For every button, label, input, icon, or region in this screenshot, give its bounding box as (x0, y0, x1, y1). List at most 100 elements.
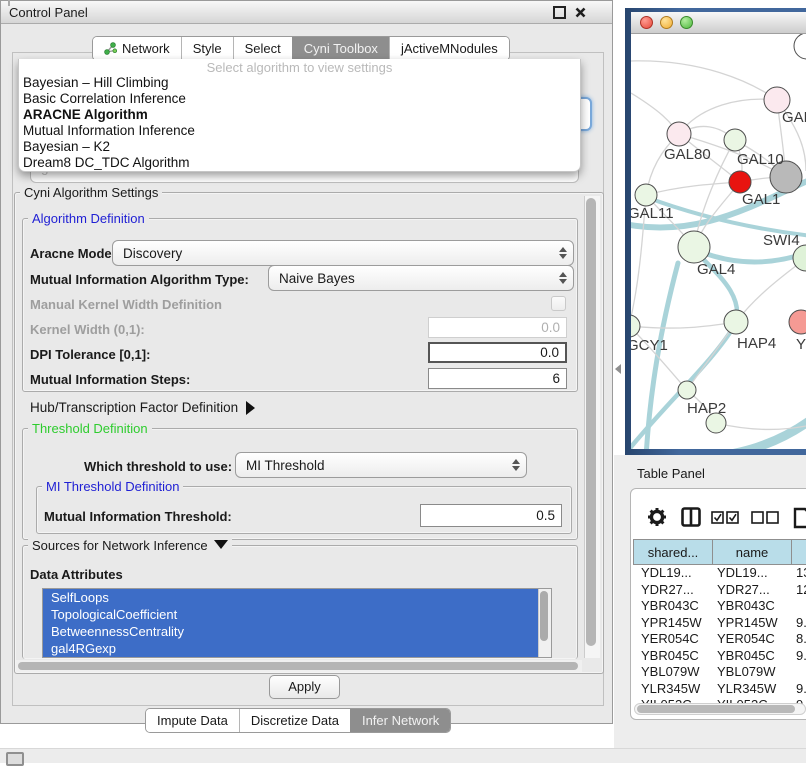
table-row[interactable]: YPR145WYPR145W9. (633, 615, 806, 632)
cell-name: YBR043C (713, 598, 792, 615)
data-attributes-list[interactable]: SelfLoopsTopologicalCoefficientBetweenne… (42, 588, 552, 658)
tab-discretize-data[interactable]: Discretize Data (239, 709, 350, 732)
mi-algorithm-type-label: Mutual Information Algorithm Type: (30, 272, 249, 287)
combo-arrows-icon (553, 247, 573, 259)
expand-right-icon (246, 401, 255, 415)
table-row[interactable]: YDR27...YDR27...12 (633, 582, 806, 599)
unchecked-columns-icon[interactable] (751, 511, 779, 529)
settings-horizontal-scrollbar-thumb[interactable] (18, 662, 578, 670)
node-GAL80[interactable] (667, 122, 691, 146)
mac-close-icon[interactable] (640, 16, 653, 29)
algorithm-option[interactable]: Dream8 DC_TDC Algorithm (19, 155, 580, 171)
hub-definition-label: Hub/Transcription Factor Definition (30, 400, 238, 415)
tab-style[interactable]: Style (181, 37, 233, 60)
attribute-option[interactable]: TopologicalCoefficient (43, 606, 551, 623)
mi-algorithm-type-combo[interactable]: Naive Bayes (268, 265, 574, 291)
node-GCY1[interactable] (631, 315, 640, 337)
tab-cyni-toolbox[interactable]: Cyni Toolbox (292, 37, 389, 60)
close-icon[interactable] (575, 7, 586, 18)
tab-network[interactable]: Network (93, 37, 181, 60)
manual-kernel-width-checkbox[interactable] (551, 296, 566, 311)
cell-name: YLR345W (713, 681, 792, 698)
restore-icon[interactable] (553, 6, 566, 19)
settings-vertical-scrollbar-thumb[interactable] (586, 198, 596, 646)
mac-minimize-icon[interactable] (660, 16, 673, 29)
hub-definition-toggle[interactable]: Hub/Transcription Factor Definition (30, 400, 255, 415)
algorithm-option[interactable]: Basic Correlation Inference (19, 91, 580, 107)
network-icon (104, 42, 117, 55)
sources-legend-label: Sources for Network Inference (32, 538, 208, 553)
mac-zoom-icon[interactable] (680, 16, 693, 29)
aracne-mode-label: Aracne Mode: (30, 246, 116, 261)
mi-threshold-field[interactable]: 0.5 (420, 504, 562, 527)
which-threshold-combo[interactable]: MI Threshold (235, 452, 527, 478)
table-row[interactable]: YER054CYER054C8. (633, 631, 806, 648)
algorithm-dropdown-popup: Select algorithm to view settings Bayesi… (18, 59, 581, 172)
attributes-list-scrollbar-thumb[interactable] (540, 591, 548, 641)
algorithm-option[interactable]: Bayesian – K2 (19, 139, 580, 155)
table-toolbar (631, 507, 806, 531)
new-table-icon[interactable] (793, 507, 806, 534)
tab-infer-network[interactable]: Infer Network (350, 709, 450, 732)
cyni-settings-legend: Cyni Algorithm Settings (20, 185, 162, 200)
node-GAL1[interactable] (729, 171, 751, 193)
node-Y[interactable] (789, 310, 806, 334)
table-body: YDL19...YDL19...13YDR27...YDR27...12YBR0… (633, 565, 806, 714)
attribute-option[interactable]: BetweennessCentrality (43, 623, 551, 640)
network-canvas[interactable]: GALGAL80GAL10GAL1GAL11SWI4GAL4GCY1HAP4YH… (631, 34, 806, 449)
cell-name: YDR27... (713, 582, 792, 599)
node-HAP4[interactable] (724, 310, 748, 334)
threshold-definition-legend: Threshold Definition (28, 421, 152, 436)
table-row[interactable]: YBL079WYBL079W (633, 664, 806, 681)
node-HAP2[interactable] (678, 381, 696, 399)
cell-shared-name: YBR045C (633, 648, 713, 665)
attribute-option[interactable]: gal4RGexp (43, 640, 551, 657)
node-unlabeled[interactable] (794, 34, 806, 59)
column-header[interactable] (792, 539, 806, 565)
table-horizontal-scrollbar[interactable] (634, 703, 806, 715)
minimized-panel-icon[interactable] (6, 752, 24, 766)
settings-gear-icon[interactable] (647, 507, 667, 532)
table-row[interactable]: YDL19...YDL19...13 (633, 565, 806, 582)
kernel-width-field[interactable]: 0.0 (428, 317, 567, 338)
algorithm-option[interactable]: Bayesian – Hill Climbing (19, 75, 580, 91)
attribute-option[interactable]: SelfLoops (43, 589, 551, 606)
node-GAL10[interactable] (724, 129, 746, 151)
cell-shared-name: YDL19... (633, 565, 713, 582)
cell-value: 9. (792, 681, 806, 698)
checked-columns-icon[interactable] (711, 511, 739, 529)
tab-impute-data[interactable]: Impute Data (146, 709, 239, 732)
network-window-titlebar (631, 12, 806, 34)
table-row[interactable]: YBR043CYBR043C (633, 598, 806, 615)
apply-button[interactable]: Apply (269, 675, 340, 699)
tab-select[interactable]: Select (233, 37, 292, 60)
mi-algorithm-type-value: Naive Bayes (269, 271, 553, 286)
tab-jactivemnodules[interactable]: jActiveMNodules (389, 37, 509, 60)
cyni-bottom-tabbar: Impute DataDiscretize DataInfer Network (145, 708, 451, 733)
node-GAL11[interactable] (635, 184, 657, 206)
tab-label: Select (245, 41, 281, 56)
cell-value: 13 (792, 565, 806, 582)
mi-steps-field[interactable]: 6 (428, 368, 567, 389)
aracne-mode-combo[interactable]: Discovery (112, 240, 574, 266)
algorithm-option[interactable]: Mutual Information Inference (19, 123, 580, 139)
sources-legend[interactable]: Sources for Network Inference (28, 538, 232, 553)
cell-shared-name: YLR345W (633, 681, 713, 698)
node-GAL4[interactable] (678, 231, 710, 263)
table-horizontal-scrollbar-thumb[interactable] (637, 705, 795, 713)
mi-steps-label: Mutual Information Steps: (30, 372, 190, 387)
column-header[interactable]: shared... (633, 539, 713, 565)
dpi-tolerance-field[interactable]: 0.0 (428, 342, 567, 363)
cell-shared-name: YBR043C (633, 598, 713, 615)
node-label-HAP4: HAP4 (737, 335, 776, 352)
split-panes-icon[interactable] (681, 507, 701, 532)
algorithm-option[interactable]: ARACNE Algorithm (19, 107, 580, 123)
column-header[interactable]: name (713, 539, 792, 565)
table-row[interactable]: YBR045CYBR045C9. (633, 648, 806, 665)
network-edges (631, 61, 806, 449)
network-view-inner: GALGAL80GAL10GAL1GAL11SWI4GAL4GCY1HAP4YH… (631, 12, 806, 449)
panel-splitter-arrow-icon[interactable] (615, 364, 621, 374)
table-row[interactable]: YLR345WYLR345W9. (633, 681, 806, 698)
node-label-Y: Y (796, 336, 806, 353)
dpi-tolerance-label: DPI Tolerance [0,1]: (30, 347, 150, 362)
